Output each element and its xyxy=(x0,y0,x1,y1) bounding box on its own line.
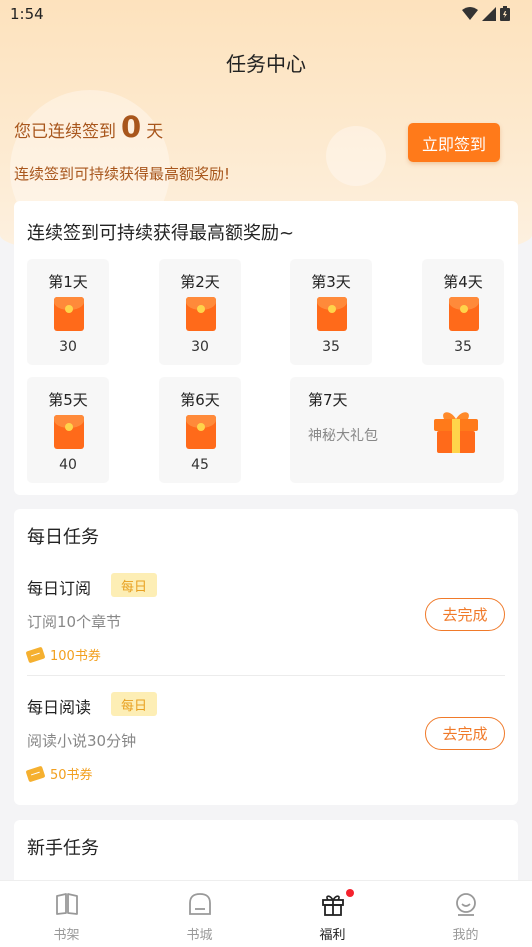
red-envelope-icon xyxy=(186,297,216,331)
tab-welfare[interactable]: 福利 xyxy=(266,881,399,947)
day-value: 40 xyxy=(59,457,77,473)
checkin-button[interactable]: 立即签到 xyxy=(408,123,500,162)
day-label: 第1天 xyxy=(48,273,88,291)
day-cell[interactable]: 第5天 40 xyxy=(27,377,109,483)
notification-dot xyxy=(346,889,354,897)
tab-label: 我的 xyxy=(452,928,479,943)
red-envelope-icon xyxy=(317,297,347,331)
task-desc: 订阅10个章节 xyxy=(27,613,122,631)
book-icon xyxy=(56,893,78,915)
gift-icon xyxy=(322,895,344,916)
task-item: 每日阅读 每日 阅读小说30分钟 50书券 去完成 xyxy=(25,692,505,784)
tab-label: 书架 xyxy=(53,928,80,943)
tab-bookshelf[interactable]: 书架 xyxy=(0,881,133,947)
red-envelope-icon xyxy=(449,297,479,331)
bookstore-icon xyxy=(189,893,211,915)
signin-heading: 连续签到可持续获得最高额奖励~ xyxy=(27,223,295,244)
day-label: 第2天 xyxy=(180,273,220,291)
day-value: 30 xyxy=(191,339,209,355)
streak-suffix: 天 xyxy=(146,122,164,142)
day7-desc: 神秘大礼包 xyxy=(308,428,378,444)
tab-label: 福利 xyxy=(319,928,346,943)
day-cell[interactable]: 第6天 45 xyxy=(159,377,241,483)
streak-subtitle: 连续签到可持续获得最高额奖励! xyxy=(14,165,231,183)
red-envelope-icon xyxy=(54,415,84,449)
day-cell[interactable]: 第1天 30 xyxy=(27,259,109,365)
day-cell[interactable]: 第3天 35 xyxy=(290,259,372,365)
day-cell[interactable]: 第2天 30 xyxy=(159,259,241,365)
day-value: 35 xyxy=(322,339,340,355)
day-label: 第4天 xyxy=(443,273,483,291)
day-value: 45 xyxy=(191,457,209,473)
daily-heading: 每日任务 xyxy=(27,527,99,548)
battery-icon xyxy=(500,6,510,21)
streak-summary: 您已连续签到 0 天 xyxy=(14,110,163,144)
wifi-icon xyxy=(462,6,478,20)
decor-bubble xyxy=(326,126,386,186)
day-cell[interactable]: 第4天 35 xyxy=(422,259,504,365)
day-value: 35 xyxy=(454,339,472,355)
task-reward: 100书券 xyxy=(25,645,101,664)
task-complete-button[interactable]: 去完成 xyxy=(425,717,505,750)
day-value: 30 xyxy=(59,339,77,355)
task-reward: 50书券 xyxy=(25,764,93,783)
profile-icon xyxy=(456,893,476,916)
page-title: 任务中心 xyxy=(226,52,306,76)
status-time: 1:54 xyxy=(10,5,44,23)
signal-icon xyxy=(482,6,496,21)
task-desc: 阅读小说30分钟 xyxy=(27,732,137,750)
streak-count: 0 xyxy=(121,110,142,144)
day-label: 第3天 xyxy=(311,273,351,291)
day-label: 第6天 xyxy=(180,391,220,409)
task-badge: 每日 xyxy=(111,692,157,716)
day7-cell[interactable]: 第7天 神秘大礼包 xyxy=(290,377,504,483)
task-reward-text: 50书券 xyxy=(50,768,93,783)
red-envelope-icon xyxy=(186,415,216,449)
task-item: 每日订阅 每日 订阅10个章节 100书券 去完成 xyxy=(25,573,505,665)
newbie-heading: 新手任务 xyxy=(27,838,99,859)
bottom-tab-bar: 书架 书城 福利 我的 xyxy=(0,880,532,947)
tab-bookstore[interactable]: 书城 xyxy=(133,881,266,947)
day-label: 第5天 xyxy=(48,391,88,409)
tab-label: 书城 xyxy=(186,928,213,943)
signin-card: 连续签到可持续获得最高额奖励~ 第1天 30 第2天 30 第3天 35 第4天… xyxy=(14,201,518,495)
status-bar: 1:54 xyxy=(0,0,532,30)
streak-prefix: 您已连续签到 xyxy=(14,122,116,142)
task-badge: 每日 xyxy=(111,573,157,597)
tab-mine[interactable]: 我的 xyxy=(399,881,532,947)
task-name: 每日订阅 xyxy=(27,579,92,598)
ticket-icon xyxy=(25,646,46,663)
task-complete-button[interactable]: 去完成 xyxy=(425,598,505,631)
daily-tasks-card: 每日任务 每日订阅 每日 订阅10个章节 100书券 去完成 每日阅读 每日 阅… xyxy=(14,509,518,805)
task-reward-text: 100书券 xyxy=(50,649,101,664)
gift-box-icon xyxy=(434,412,478,453)
day7-label: 第7天 xyxy=(308,391,348,409)
divider xyxy=(27,675,505,676)
task-name: 每日阅读 xyxy=(27,698,92,717)
red-envelope-icon xyxy=(54,297,84,331)
ticket-icon xyxy=(25,765,46,782)
